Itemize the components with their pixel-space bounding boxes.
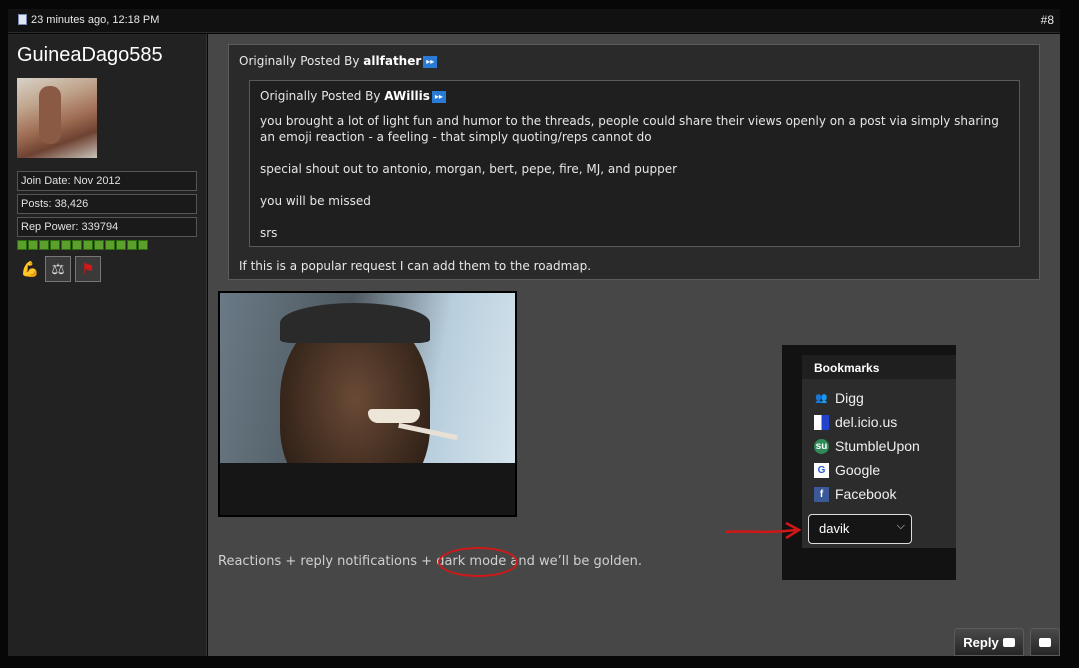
speech-bubbles-icon [1039,637,1051,647]
rep-block [28,240,38,250]
reply-label: Reply [963,634,999,650]
rep-block [105,240,115,250]
post-message: Reactions + reply notifications + dark m… [218,554,642,569]
facebook-icon: f [814,486,829,502]
bookmarks-title: Bookmarks [802,355,956,379]
quote-paragraph: you brought a lot of light fun and humor… [260,114,999,144]
red-annotation-arrow-icon [725,521,802,540]
quote-inner-body: you brought a lot of light fun and humor… [260,113,1008,257]
rep-block [17,240,27,250]
message-before: Reactions + reply notifications + [218,554,433,569]
bookmark-label: StumbleUpon [835,438,920,454]
bookmark-label: Digg [835,390,864,406]
view-post-icon[interactable]: ▸▸ [423,55,438,68]
rep-power: Rep Power: 339794 [17,217,197,237]
rep-block [94,240,104,250]
quote-outer-prefix: Originally Posted By [239,54,360,68]
rep-block [83,240,93,250]
rep-block [72,240,82,250]
rep-block [39,240,49,250]
bookmark-digg[interactable]: 👥 Digg [814,389,864,407]
quote-outer-header: Originally Posted By allfather ▸▸ [239,54,438,68]
reply-button[interactable]: Reply [954,628,1024,656]
quote-outer: Originally Posted By allfather ▸▸ Origina… [228,44,1040,280]
quote-paragraph: you will be missed [260,194,371,208]
delicious-icon [814,414,829,430]
quick-reply-button[interactable] [1030,628,1060,656]
bookmark-delicious[interactable]: del.icio.us [814,413,897,431]
user-select-dropdown[interactable]: davik ⌵ [808,514,912,544]
quote-outer-author[interactable]: allfather [363,54,421,68]
chevron-down-icon: ⌵ [896,520,905,532]
speech-bubble-icon [1002,637,1015,647]
quote-paragraph: srs [260,226,278,240]
bookmark-label: Facebook [835,486,897,502]
rep-block [116,240,126,250]
post-content: Originally Posted By allfather ▸▸ Origina… [208,34,1060,656]
report-flag-icon[interactable]: ⚑ [75,256,101,282]
post-header: 23 minutes ago, 12:18 PM #8 [8,9,1060,33]
post-count: Posts: 38,426 [17,194,197,214]
bookmark-stumbleupon[interactable]: su StumbleUpon [814,437,920,455]
view-post-icon[interactable]: ▸▸ [431,90,446,103]
user-select-value: davik [819,521,850,536]
quote-inner-author[interactable]: AWillis [384,89,430,103]
digg-icon: 👥 [815,392,828,404]
post-number-link[interactable]: #8 [1041,13,1054,27]
quote-inner-prefix: Originally Posted By [260,89,381,103]
google-icon: G [814,462,829,478]
post-timestamp: 23 minutes ago, 12:18 PM [31,14,160,26]
join-date: Join Date: Nov 2012 [17,171,197,191]
username-link[interactable]: GuineaDago585 [17,44,163,67]
scales-icon: ⚖ [45,256,71,282]
message-after: and we’ll be golden. [510,554,642,569]
quote-inner: Originally Posted By AWillis ▸▸ you broug… [249,80,1020,247]
reaction-gif-image[interactable] [218,291,517,517]
bookmark-label: Google [835,462,881,478]
post-icon [18,14,27,25]
bookmark-facebook[interactable]: f Facebook [814,485,896,503]
bookmark-label: del.icio.us [835,414,898,430]
stumbleupon-icon: su [814,438,829,454]
quote-inner-header: Originally Posted By AWillis ▸▸ [260,89,446,103]
bookmark-google[interactable]: G Google [814,461,880,479]
rep-block [138,240,148,250]
red-annotation-circle [438,547,518,577]
rep-bar [17,240,148,250]
avatar[interactable] [17,78,97,158]
bookmarks-popup: Bookmarks 👥 Digg del.icio.us su StumbleU… [782,345,956,580]
quote-paragraph: special shout out to antonio, morgan, be… [260,162,678,176]
flex-arm-icon: 💪 [20,260,40,278]
rep-block [50,240,60,250]
rep-block [127,240,137,250]
quote-outer-body: If this is a popular request I can add t… [239,259,592,273]
user-sidebar: GuineaDago585 Join Date: Nov 2012 Posts:… [8,34,207,656]
rep-block [61,240,71,250]
